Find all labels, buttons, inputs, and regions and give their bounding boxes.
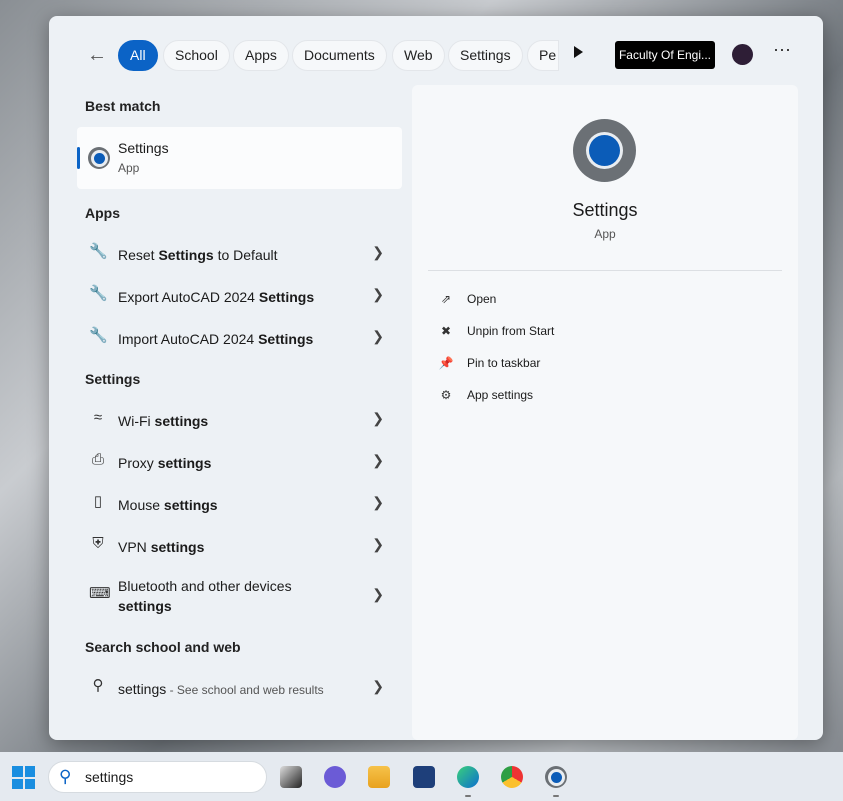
web-heading: Search school and web: [85, 639, 241, 655]
filter-web[interactable]: Web: [392, 40, 445, 71]
action-unpin[interactable]: ✖ Unpin from Start: [438, 321, 554, 341]
microsoft-store-icon[interactable]: [413, 766, 435, 788]
mouse-icon: ▯: [93, 493, 103, 510]
bluetooth-devices-icon: ⌨: [89, 585, 111, 602]
teams-meet-icon[interactable]: [324, 766, 346, 788]
best-match-item[interactable]: Settings App: [77, 127, 402, 189]
settings-taskbar-icon[interactable]: [545, 766, 567, 788]
taskbar: ⚲ settings: [0, 752, 843, 801]
filter-all[interactable]: All: [118, 40, 158, 71]
preview-pane: Settings App ⇗ Open ✖ Unpin from Start 📌 Pi…: [412, 85, 798, 740]
preview-subtitle: App: [594, 227, 616, 241]
taskbar-search-input[interactable]: ⚲ settings: [48, 761, 267, 793]
chevron-right-icon: ❯: [372, 586, 384, 602]
back-arrow-icon[interactable]: ←: [87, 44, 107, 67]
running-indicator: [465, 795, 471, 797]
chevron-right-icon: ❯: [372, 286, 384, 302]
scroll-right-icon[interactable]: [574, 46, 583, 58]
wifi-icon: ≈: [93, 409, 103, 426]
filter-documents[interactable]: Documents: [292, 40, 387, 71]
gear-icon: ⚙: [440, 388, 452, 402]
edge-browser-icon[interactable]: [457, 766, 479, 788]
avatar[interactable]: [732, 44, 753, 65]
list-item[interactable]: ≈ Wi-Fi settings ❯: [77, 399, 402, 439]
search-icon: ⚲: [92, 677, 104, 694]
shield-icon: ⛨: [92, 535, 104, 552]
settings-app-icon: [573, 119, 636, 182]
organization-button[interactable]: Faculty Of Engi...: [615, 41, 715, 69]
preview-title: Settings: [572, 200, 638, 220]
best-match-heading: Best match: [85, 98, 161, 114]
filter-settings[interactable]: Settings: [448, 40, 523, 71]
selection-indicator: [77, 147, 80, 169]
list-item[interactable]: 🔧 Export AutoCAD 2024 Settings ❯: [77, 275, 402, 315]
chevron-right-icon: ❯: [372, 678, 384, 694]
file-explorer-icon[interactable]: [368, 766, 390, 788]
filter-people[interactable]: Pe: [527, 40, 559, 71]
chevron-right-icon: ❯: [372, 452, 384, 468]
tools-import-icon: 🔧: [89, 327, 108, 344]
chevron-right-icon: ❯: [372, 494, 384, 510]
list-item[interactable]: ⎙ Proxy settings ❯: [77, 441, 402, 481]
proxy-icon: ⎙: [91, 451, 104, 468]
task-view-icon[interactable]: [280, 766, 302, 788]
settings-heading: Settings: [85, 371, 141, 387]
chevron-right-icon: ❯: [372, 410, 384, 426]
unpin-icon: ✖: [440, 324, 452, 338]
action-open[interactable]: ⇗ Open: [438, 289, 496, 309]
pin-icon: 📌: [438, 356, 454, 370]
list-item[interactable]: 🔧 Reset Settings to Default ❯: [77, 233, 402, 273]
list-item[interactable]: ⛨ VPN settings ❯: [77, 525, 402, 565]
filter-bar: ← All School Apps Documents Web Settings…: [49, 38, 823, 72]
divider: [428, 270, 782, 271]
action-app-settings[interactable]: ⚙ App settings: [438, 385, 533, 405]
filter-apps[interactable]: Apps: [233, 40, 289, 71]
more-options-icon[interactable]: ⋯: [773, 40, 791, 61]
windows-start-icon[interactable]: [12, 766, 35, 789]
search-icon: ⚲: [59, 767, 72, 786]
tools-export-icon: 🔧: [89, 285, 108, 302]
action-pin-taskbar[interactable]: 📌 Pin to taskbar: [438, 353, 541, 373]
start-search-panel: ← All School Apps Documents Web Settings…: [49, 16, 823, 740]
web-search-item[interactable]: ⚲ settings - See school and web results ❯: [77, 667, 402, 707]
chevron-right-icon: ❯: [372, 536, 384, 552]
list-item[interactable]: ⌨ Bluetooth and other devices settings ❯: [77, 575, 402, 615]
settings-gear-icon: [88, 147, 110, 169]
filter-school[interactable]: School: [163, 40, 230, 71]
list-item[interactable]: 🔧 Import AutoCAD 2024 Settings ❯: [77, 317, 402, 357]
chevron-right-icon: ❯: [372, 328, 384, 344]
best-match-title: Settings: [118, 140, 169, 156]
tools-reset-icon: 🔧: [89, 243, 108, 260]
apps-heading: Apps: [85, 205, 120, 221]
list-item[interactable]: ▯ Mouse settings ❯: [77, 483, 402, 523]
best-match-subtitle: App: [118, 161, 140, 175]
running-indicator: [553, 795, 559, 797]
chrome-browser-icon[interactable]: [501, 766, 523, 788]
chevron-right-icon: ❯: [372, 244, 384, 260]
open-external-icon: ⇗: [440, 292, 452, 306]
